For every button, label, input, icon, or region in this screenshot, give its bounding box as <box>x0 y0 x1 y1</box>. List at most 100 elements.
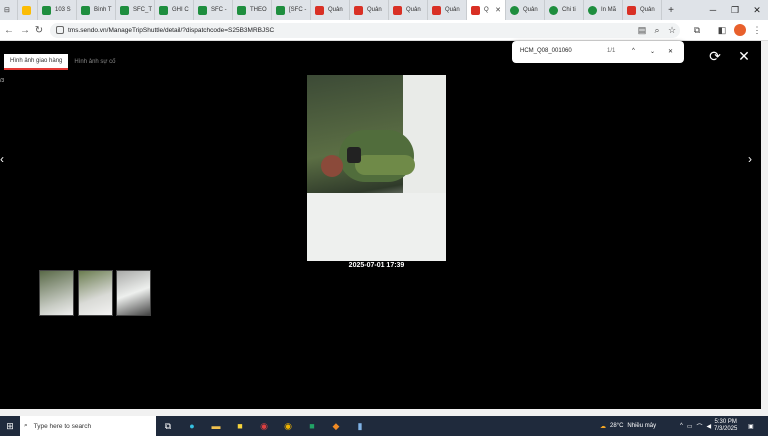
sheets-icon <box>159 5 168 15</box>
restore-icon: ❐ <box>730 4 740 15</box>
tab-sfc-t[interactable]: SFC_T <box>116 0 155 20</box>
tab-binh[interactable]: Bình T <box>77 0 116 20</box>
tab-sfc[interactable]: SFC - <box>194 0 233 20</box>
sheets-icon <box>198 5 207 15</box>
star-icon: ☆ <box>667 24 677 35</box>
vegetable-shape <box>355 155 415 175</box>
side-panel-button[interactable]: ◧ <box>716 24 728 36</box>
side-panel-icon: ◧ <box>717 24 727 35</box>
thumbnail-1[interactable] <box>39 270 74 316</box>
network-icon: ▭ <box>686 423 693 430</box>
app-icon: ▮ <box>357 420 363 431</box>
extensions-button[interactable]: ⧉ <box>691 24 703 36</box>
back-button[interactable]: ← <box>2 23 16 37</box>
sheets-icon <box>42 5 51 15</box>
rotate-button[interactable]: ⟳ <box>708 48 722 64</box>
sheets-icon <box>276 5 285 15</box>
photo-timestamp: 2025-07-01 17:39 <box>348 262 405 269</box>
tab-delivery-images[interactable]: Hình ảnh giao hàng <box>4 54 69 70</box>
tab-chi-ti[interactable]: Chi ti <box>545 0 584 20</box>
tab-active[interactable]: Q ✕ <box>467 0 506 20</box>
document-icon: ▤ <box>637 24 647 35</box>
find-next-button[interactable]: ⌄ <box>650 48 655 55</box>
app-icon: ◉ <box>260 420 268 431</box>
app-orange[interactable]: ◆ <box>324 416 348 436</box>
forward-button[interactable]: → <box>18 23 32 37</box>
task-view-button[interactable]: ⧉ <box>156 416 180 436</box>
wifi-icon: ⌒ <box>696 424 703 431</box>
chevron-left-icon: ‹ <box>0 152 4 166</box>
sheets-icon <box>120 5 129 15</box>
page-icon[interactable]: ▤ <box>636 24 648 36</box>
arrow-right-icon: → <box>20 24 30 36</box>
image-tabs: Hình ảnh giao hàng Hình ảnh sự cố <box>4 54 121 70</box>
clock[interactable]: 5:30 PM 7/3/2025 <box>714 416 737 436</box>
find-bar: HCM_Q08_001060 1/1 ^ ⌄ ✕ <box>512 41 684 63</box>
plus-icon: + <box>668 4 674 16</box>
start-button[interactable]: ⊞ <box>0 416 20 436</box>
vertical-scrollbar[interactable] <box>761 41 768 409</box>
system-tray[interactable]: ^ ▭ ⌒ ◀ <box>680 416 711 436</box>
notification-button[interactable]: ▣ <box>748 416 754 436</box>
tab-quan-6[interactable]: Quản <box>623 0 662 20</box>
notification-icon: ▣ <box>748 423 754 430</box>
excel-app[interactable]: ■ <box>300 416 324 436</box>
tab-quan-1[interactable]: Quản <box>311 0 350 20</box>
profile-avatar[interactable] <box>734 24 746 36</box>
tab-list-icon: ⊟ <box>4 7 10 14</box>
sticky-notes-app[interactable]: ■ <box>228 416 252 436</box>
tab-quan-2[interactable]: Quản <box>350 0 389 20</box>
menu-button[interactable]: ⋮ <box>751 24 763 36</box>
tab-sfc2[interactable]: [SFC - <box>272 0 311 20</box>
tab-ghi[interactable]: GHI C <box>155 0 194 20</box>
tab-in-ma[interactable]: In Mã <box>584 0 623 20</box>
reload-icon: ↻ <box>34 24 44 36</box>
reload-button[interactable]: ↻ <box>32 23 46 37</box>
tab-103[interactable]: 103 S <box>38 0 77 20</box>
edge-app[interactable]: ● <box>180 416 204 436</box>
site-info-icon[interactable] <box>56 26 64 34</box>
chrome-app[interactable]: ◉ <box>276 416 300 436</box>
bag-shape <box>403 75 446 195</box>
taskbar-search[interactable]: ⌕ Type here to search <box>20 416 156 436</box>
drive-icon <box>22 5 31 15</box>
new-tab-button[interactable]: + <box>662 0 680 20</box>
tab-quan-3[interactable]: Quản <box>389 0 428 20</box>
search-icon: ⌕ <box>24 422 28 429</box>
horizontal-scrollbar[interactable] <box>0 409 768 416</box>
sheets-icon <box>81 5 90 15</box>
app-red[interactable]: ◉ <box>252 416 276 436</box>
find-input[interactable]: HCM_Q08_001060 <box>520 48 572 54</box>
image-counter: /3 <box>0 78 5 84</box>
tab-quan-5[interactable]: Quản <box>506 0 545 20</box>
zoom-button[interactable]: ⌕ <box>651 24 663 36</box>
explorer-app[interactable]: ▬ <box>204 416 228 436</box>
weather-widget[interactable]: ☁ 28°C Nhiều mây <box>600 416 656 436</box>
tab-theo[interactable]: THEO <box>233 0 272 20</box>
find-count: 1/1 <box>607 48 616 54</box>
viewer-close-button[interactable]: ✕ <box>737 48 751 64</box>
tab-list-button[interactable]: ⊟ <box>0 0 18 20</box>
folder-icon: ▬ <box>211 421 221 431</box>
thumbnail-2[interactable] <box>78 270 113 316</box>
tab-quan-4[interactable]: Quản <box>428 0 467 20</box>
find-close-button[interactable]: ✕ <box>668 48 673 55</box>
chevron-up-icon: ^ <box>680 423 683 429</box>
next-image-button[interactable]: › <box>748 152 752 166</box>
close-window-button[interactable]: ✕ <box>746 0 768 20</box>
bookmark-button[interactable]: ☆ <box>666 24 678 36</box>
close-tab-icon[interactable]: ✕ <box>495 6 501 14</box>
sendo-icon <box>627 5 636 15</box>
prev-image-button[interactable]: ‹ <box>0 152 4 166</box>
s-icon <box>510 5 519 15</box>
chevron-right-icon: › <box>748 152 752 166</box>
maximize-button[interactable]: ❐ <box>724 0 746 20</box>
task-view-icon: ⧉ <box>164 420 172 431</box>
app-blue[interactable]: ▮ <box>348 416 372 436</box>
minimize-button[interactable]: ─ <box>702 0 724 20</box>
find-prev-button[interactable]: ^ <box>632 48 635 54</box>
tab-incident-images[interactable]: Hình ảnh sự cố <box>68 54 121 70</box>
tab-drive[interactable] <box>18 0 38 20</box>
thumbnail-3[interactable] <box>116 270 151 316</box>
url-input[interactable]: tms.sendo.vn/ManageTripShuttle/detail/?d… <box>50 23 680 38</box>
